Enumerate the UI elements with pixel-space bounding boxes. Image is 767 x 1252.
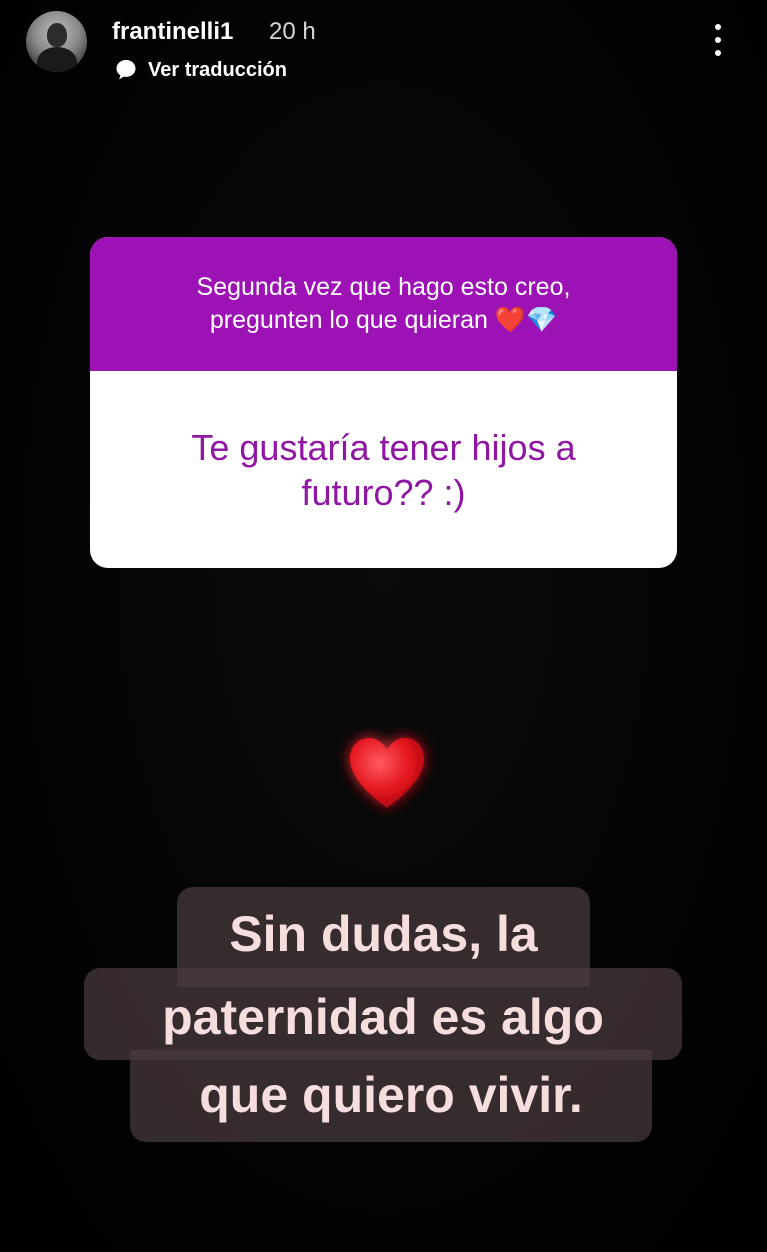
submitted-question-line-2: futuro?? :) (301, 471, 466, 513)
see-translation-label: Ver traducción (148, 59, 287, 81)
vertical-dot (715, 37, 721, 43)
speech-bubble-icon (116, 60, 136, 80)
red-heart-icon (340, 728, 434, 818)
question-prompt: Segunda vez que hago esto creo, pregunte… (90, 237, 677, 371)
avatar[interactable] (26, 11, 87, 72)
story-screen[interactable]: frantinelli1 20 h Ver traducción Segunda… (0, 0, 767, 1252)
reply-text-line-2: paternidad es algo (84, 968, 682, 1060)
submitted-question-line-1: Te gustaría tener hijos a (191, 426, 576, 468)
avatar-head (47, 23, 67, 47)
see-translation-button[interactable]: Ver traducción (114, 56, 287, 84)
post-time: 20 h (269, 18, 316, 45)
question-sticker: Segunda vez que hago esto creo, pregunte… (90, 237, 677, 568)
submitted-question: Te gustaría tener hijos a futuro?? :) (90, 371, 677, 568)
more-options-button[interactable] (704, 20, 732, 60)
avatar-body (37, 47, 77, 72)
vertical-dots-icon (715, 24, 721, 30)
story-header: frantinelli1 20 h Ver traducción (0, 0, 767, 90)
vertical-dot (715, 50, 721, 56)
question-prompt-line-2: pregunten lo que quieran ❤️💎 (209, 306, 558, 334)
username-link[interactable]: frantinelli1 (112, 17, 233, 47)
question-prompt-line-1: Segunda vez que hago esto creo, (196, 273, 571, 301)
reply-text-line-3: que quiero vivir. (130, 1050, 652, 1142)
